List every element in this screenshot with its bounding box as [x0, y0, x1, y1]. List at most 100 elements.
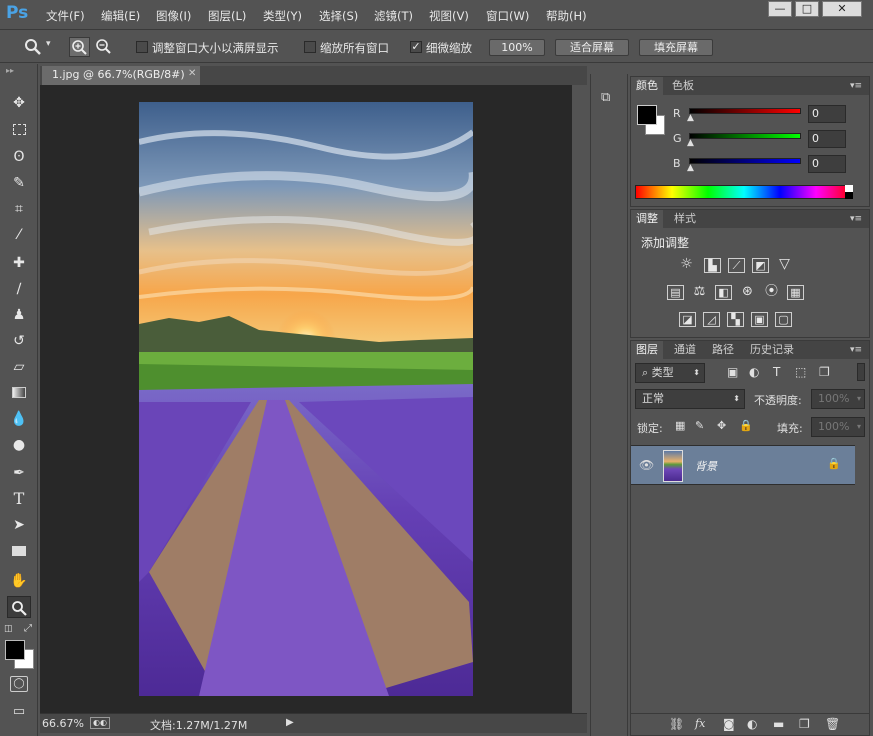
lock-position-icon[interactable]: ✥	[717, 419, 726, 432]
zoom-level-readout[interactable]: 66.67%	[42, 717, 84, 730]
filter-smart-object-icon[interactable]: ❐	[819, 365, 830, 379]
history-brush-tool-icon[interactable]: ↺	[7, 330, 31, 352]
type-tool-icon[interactable]: T	[7, 488, 31, 510]
quick-mask-icon[interactable]: ◯	[10, 676, 28, 692]
scrubby-zoom-checkbox[interactable]: ✓	[410, 41, 422, 53]
photo-filter-icon[interactable]: ⊛	[739, 285, 756, 300]
opacity-field[interactable]: 100% ▾	[811, 389, 865, 409]
layer-row[interactable]: 👁 背景 🔒	[631, 445, 855, 485]
menu-window[interactable]: 窗口(W)	[486, 8, 529, 24]
status-menu-arrow-icon[interactable]: ▶	[286, 717, 294, 728]
zoom-all-windows-checkbox[interactable]	[304, 41, 316, 53]
levels-icon[interactable]: ▙	[704, 258, 721, 273]
menu-file[interactable]: 文件(F)	[46, 8, 85, 24]
3d-panel-icon[interactable]: ⧉	[601, 90, 619, 106]
new-adjustment-layer-icon[interactable]: ◐	[747, 717, 757, 731]
curves-icon[interactable]: ⟋	[728, 258, 745, 273]
document-tab[interactable]: 1.jpg @ 66.7%(RGB/8#) ✕	[42, 66, 200, 85]
tab-styles[interactable]: 样式	[669, 210, 701, 228]
b-slider-handle-icon[interactable]: ▲	[687, 163, 694, 173]
fg-color-swatch[interactable]	[637, 105, 657, 125]
filter-type-icon[interactable]: T	[773, 365, 780, 379]
lock-all-icon[interactable]: 🔒	[739, 419, 753, 432]
brush-tool-icon[interactable]: ∕	[7, 278, 31, 300]
marquee-tool-icon[interactable]	[7, 119, 31, 141]
layer-name[interactable]: 背景	[695, 458, 717, 474]
tab-swatches[interactable]: 色板	[667, 77, 699, 95]
filter-shape-icon[interactable]: ⬚	[795, 365, 806, 379]
default-colors-icon[interactable]: ◫	[4, 624, 13, 634]
blur-tool-icon[interactable]: 💧	[7, 408, 31, 430]
foreground-color-swatch[interactable]	[5, 640, 25, 660]
tab-color[interactable]: 颜色	[631, 77, 663, 95]
lock-image-icon[interactable]: ✎	[695, 419, 704, 432]
tab-channels[interactable]: 通道	[669, 341, 701, 359]
r-value-field[interactable]: 0	[808, 105, 846, 123]
color-spectrum-ramp[interactable]	[635, 185, 853, 199]
filter-toggle[interactable]	[857, 363, 865, 381]
selective-color-icon[interactable]: ▢	[775, 312, 792, 327]
delete-layer-icon[interactable]: 🗑	[825, 717, 840, 731]
lasso-tool-icon[interactable]: ʘ	[7, 146, 31, 168]
resize-windows-checkbox[interactable]	[136, 41, 148, 53]
r-slider-handle-icon[interactable]: ▲	[687, 113, 694, 123]
status-info-icon[interactable]: ◐◐	[90, 717, 110, 729]
layer-visibility-eye-icon[interactable]: 👁	[639, 458, 654, 472]
threshold-icon[interactable]: ▚	[727, 312, 744, 327]
zoom-in-icon[interactable]	[69, 37, 90, 57]
dodge-tool-icon[interactable]: ●	[7, 434, 31, 456]
menu-type[interactable]: 类型(Y)	[263, 8, 302, 24]
filter-pixel-icon[interactable]: ▣	[727, 365, 738, 379]
tab-layers[interactable]: 图层	[631, 341, 663, 359]
gradient-tool-icon[interactable]	[7, 382, 31, 404]
path-select-tool-icon[interactable]: ➤	[7, 514, 31, 536]
lock-transparent-icon[interactable]: ▦	[675, 419, 685, 432]
g-slider-handle-icon[interactable]: ▲	[687, 138, 694, 148]
channel-mixer-icon[interactable]: ⦿	[763, 285, 780, 300]
clone-stamp-tool-icon[interactable]: ♟	[7, 304, 31, 326]
r-slider[interactable]	[689, 108, 801, 114]
menu-view[interactable]: 视图(V)	[429, 8, 469, 24]
zoom-out-icon[interactable]	[94, 37, 115, 57]
white-swatch[interactable]	[845, 185, 853, 192]
fill-screen-button[interactable]: 填充屏幕	[639, 39, 713, 56]
crop-tool-icon[interactable]: ⌗	[7, 198, 31, 220]
eyedropper-tool-icon[interactable]: ⁄	[7, 224, 31, 246]
toolbox-collapse-icon[interactable]: ▸▸	[6, 66, 14, 75]
vertical-scrollbar[interactable]	[572, 85, 587, 713]
vibrance-icon[interactable]: ▽	[776, 257, 793, 273]
tab-paths[interactable]: 路径	[707, 341, 739, 359]
gradient-map-icon[interactable]: ▣	[751, 312, 768, 327]
rectangle-tool-icon[interactable]	[7, 540, 31, 562]
posterize-icon[interactable]: ◿	[703, 312, 720, 327]
link-layers-icon[interactable]: ⛓	[669, 717, 684, 731]
eraser-tool-icon[interactable]: ▱	[7, 356, 31, 378]
b-value-field[interactable]: 0	[808, 155, 846, 173]
hand-tool-icon[interactable]: ✋	[7, 570, 31, 592]
zoom-tool-preset-icon[interactable]	[24, 38, 42, 56]
brightness-contrast-icon[interactable]: ☼	[678, 257, 695, 273]
screen-mode-icon[interactable]: ▭	[10, 704, 28, 720]
layer-filter-select[interactable]: ⌕ 类型 ⬍	[635, 363, 705, 383]
tab-adjustments[interactable]: 调整	[631, 210, 663, 228]
menu-filter[interactable]: 滤镜(T)	[374, 8, 413, 24]
menu-select[interactable]: 选择(S)	[319, 8, 358, 24]
zoom-100-button[interactable]: 100%	[489, 39, 545, 56]
menu-image[interactable]: 图像(I)	[156, 8, 191, 24]
exposure-icon[interactable]: ◩	[752, 258, 769, 273]
restore-icon[interactable]: □	[795, 1, 819, 17]
panel-menu-icon[interactable]: ▾≡	[845, 77, 867, 95]
preset-dropdown-arrow-icon[interactable]: ▾	[46, 39, 51, 49]
close-icon[interactable]: ✕	[822, 1, 862, 17]
new-layer-icon[interactable]: ❐	[799, 717, 810, 731]
color-balance-icon[interactable]: ⚖	[691, 285, 708, 300]
move-tool-icon[interactable]: ✥	[7, 92, 31, 114]
adjust-panel-menu-icon[interactable]: ▾≡	[845, 210, 867, 228]
quick-select-tool-icon[interactable]: ✎	[7, 172, 31, 194]
fill-field[interactable]: 100% ▾	[811, 417, 865, 437]
g-slider[interactable]	[689, 133, 801, 139]
menu-layer[interactable]: 图层(L)	[208, 8, 246, 24]
invert-icon[interactable]: ◪	[679, 312, 696, 327]
blend-mode-select[interactable]: 正常 ⬍	[635, 389, 745, 409]
swap-colors-icon[interactable]: ⤢	[24, 623, 32, 634]
